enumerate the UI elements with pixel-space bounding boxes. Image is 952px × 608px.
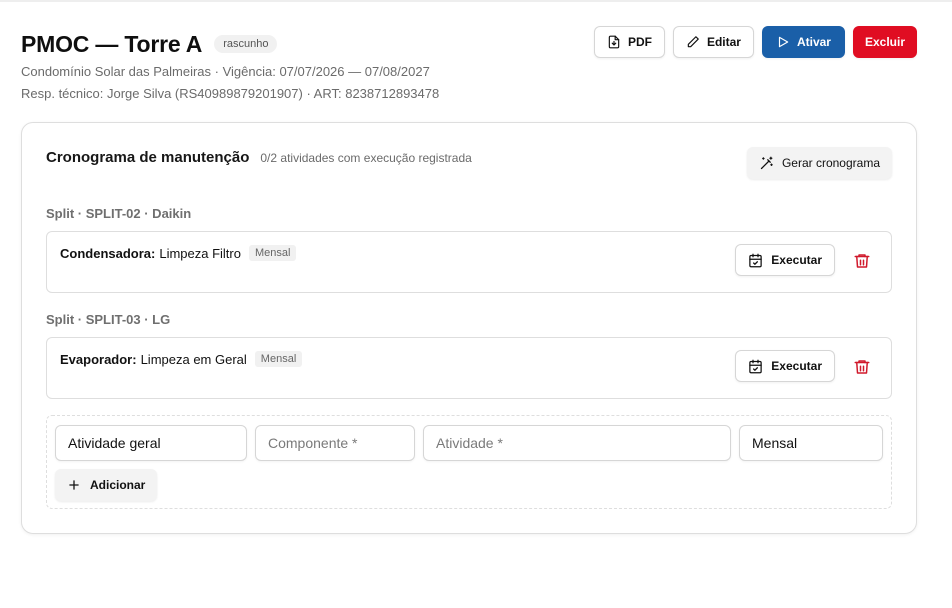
top-divider — [0, 0, 952, 2]
maintenance-schedule-card: Cronograma de manutenção 0/2 atividades … — [21, 122, 917, 534]
pdf-button[interactable]: PDF — [593, 26, 665, 58]
task-description: Condensadora: Limpeza Filtro Mensal — [60, 245, 297, 261]
technician-meta-line: Resp. técnico: Jorge Silva (RS4098987920… — [21, 86, 440, 101]
edit-button[interactable]: Editar — [672, 26, 754, 58]
task-row: Condensadora: Limpeza Filtro Mensal Exec… — [46, 231, 892, 293]
pdf-button-label: PDF — [627, 35, 652, 49]
execute-button-label: Executar — [771, 359, 822, 373]
activate-button[interactable]: Ativar — [761, 26, 845, 58]
execute-button-label: Executar — [771, 253, 822, 267]
generate-schedule-label: Gerar cronograma — [781, 156, 880, 170]
pencil-icon — [687, 36, 699, 48]
calendar-check-icon — [749, 359, 763, 373]
component-input[interactable] — [255, 425, 415, 461]
status-badge: rascunho — [214, 35, 278, 53]
execute-button[interactable]: Executar — [735, 350, 835, 382]
task-component: Condensadora: — [60, 245, 156, 261]
task-description: Evaporador: Limpeza em Geral Mensal — [60, 351, 303, 367]
task-activity: Limpeza Filtro — [159, 245, 241, 261]
delete-plan-button[interactable]: Excluir — [852, 26, 917, 58]
schedule-progress-text: 0/2 atividades com execução registrada — [260, 151, 472, 165]
frequency-badge: Mensal — [254, 351, 303, 367]
page-title: PMOC — Torre A — [21, 30, 203, 57]
trash-icon[interactable] — [853, 252, 871, 270]
activate-button-label: Ativar — [796, 35, 831, 49]
equipment-group-label: Split · SPLIT-02 · Daikin — [46, 206, 192, 221]
add-activity-label: Adicionar — [90, 478, 146, 492]
add-activity-button[interactable]: Adicionar — [55, 469, 158, 501]
schedule-title: Cronograma de manutenção — [46, 149, 250, 166]
frequency-badge: Mensal — [248, 245, 297, 261]
magic-wand-icon — [760, 156, 773, 169]
task-row: Evaporador: Limpeza em Geral Mensal Exec… — [46, 337, 892, 399]
schedule-header: Cronograma de manutenção 0/2 atividades … — [46, 149, 472, 166]
task-component: Evaporador: — [60, 351, 137, 367]
execute-button[interactable]: Executar — [735, 244, 835, 276]
delete-plan-button-label: Excluir — [864, 35, 905, 49]
trash-icon[interactable] — [853, 358, 871, 376]
equipment-group-label: Split · SPLIT-03 · LG — [46, 312, 171, 327]
new-activity-form: Atividade geral Mensal Adicionar — [46, 415, 892, 509]
frequency-select-value: Mensal — [752, 435, 798, 451]
edit-button-label: Editar — [706, 35, 741, 49]
play-icon — [778, 36, 789, 48]
header-actions: PDF Editar Ativar Excluir — [593, 26, 917, 58]
frequency-select[interactable]: Mensal — [739, 425, 883, 461]
page-header: PMOC — Torre A rascunho Condomínio Solar… — [21, 26, 917, 101]
task-activity: Limpeza em Geral — [140, 351, 247, 367]
activity-scope-select[interactable]: Atividade geral — [55, 425, 247, 461]
plan-meta-line: Condomínio Solar das Palmeiras · Vigênci… — [21, 64, 430, 79]
plus-icon — [69, 480, 79, 490]
activity-scope-value: Atividade geral — [68, 435, 161, 451]
generate-schedule-button[interactable]: Gerar cronograma — [746, 147, 892, 179]
file-download-icon — [608, 35, 620, 49]
activity-input[interactable] — [423, 425, 731, 461]
calendar-check-icon — [749, 253, 763, 267]
